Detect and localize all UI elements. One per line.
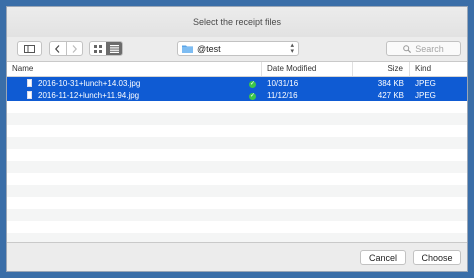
empty-row	[7, 209, 467, 221]
empty-row	[7, 173, 467, 185]
empty-row	[7, 221, 467, 233]
nav-buttons	[49, 41, 83, 56]
empty-row	[7, 125, 467, 137]
file-name: 2016-11-12+lunch+11.94.jpg	[38, 90, 140, 100]
back-button[interactable]	[50, 42, 66, 55]
search-icon	[403, 44, 412, 53]
file-kind: JPEG	[415, 90, 436, 100]
column-header-size[interactable]: Size	[353, 62, 410, 76]
file-size: 427 KB	[377, 90, 404, 100]
green-tag-icon: ✓	[249, 92, 256, 100]
back-icon	[55, 44, 60, 53]
file-size: 384 KB	[377, 78, 404, 88]
grid-view-icon	[94, 44, 102, 53]
column-header-date[interactable]: Date Modified	[262, 62, 353, 76]
toolbar: @test ▴ ▾ Search	[7, 37, 467, 62]
empty-row	[7, 101, 467, 113]
list-view-button[interactable]	[106, 42, 122, 55]
forward-button[interactable]	[65, 42, 83, 55]
empty-row	[7, 197, 467, 209]
search-field[interactable]: Search	[386, 41, 461, 56]
empty-row	[7, 161, 467, 173]
empty-row	[7, 113, 467, 125]
file-kind: JPEG	[415, 78, 436, 88]
choose-button[interactable]: Choose	[413, 250, 461, 265]
empty-row	[7, 149, 467, 161]
file-date: 11/12/16	[267, 90, 298, 100]
dialog-footer: Cancel Choose	[7, 242, 467, 271]
empty-row	[7, 233, 467, 242]
forward-icon	[72, 44, 77, 53]
location-label: @test	[197, 43, 221, 54]
icon-view-button[interactable]	[90, 42, 106, 55]
updown-chevron-icon: ▴ ▾	[290, 42, 294, 55]
file-list: Name Date Modified Size Kind 2016-10-31+…	[7, 62, 467, 242]
list-view-icon	[109, 44, 119, 53]
green-tag-icon: ✓	[249, 80, 256, 88]
cancel-button[interactable]: Cancel	[360, 250, 406, 265]
location-popup[interactable]: @test ▴ ▾	[177, 41, 299, 56]
column-header-name[interactable]: Name	[7, 62, 262, 76]
view-mode-toggle	[89, 41, 123, 56]
empty-row	[7, 137, 467, 149]
file-row[interactable]: 2016-11-12+lunch+11.94.jpg ✓ 11/12/16 42…	[7, 89, 467, 101]
dialog-title: Select the receipt files	[7, 7, 467, 37]
folder-icon	[182, 45, 193, 53]
open-file-dialog: Select the receipt files @test ▴ ▾ Searc…	[6, 6, 468, 272]
sidebar-icon	[24, 44, 35, 53]
sidebar-toggle-button[interactable]	[17, 41, 42, 56]
empty-row	[7, 185, 467, 197]
file-date: 10/31/16	[267, 78, 299, 88]
column-header-row: Name Date Modified Size Kind	[7, 62, 467, 77]
file-icon	[27, 79, 32, 87]
file-name: 2016-10-31+lunch+14.03.jpg	[38, 78, 141, 88]
search-placeholder: Search	[415, 43, 444, 54]
column-header-kind[interactable]: Kind	[410, 62, 467, 76]
file-row[interactable]: 2016-10-31+lunch+14.03.jpg ✓ 10/31/16 38…	[7, 77, 467, 89]
file-icon	[27, 91, 32, 99]
